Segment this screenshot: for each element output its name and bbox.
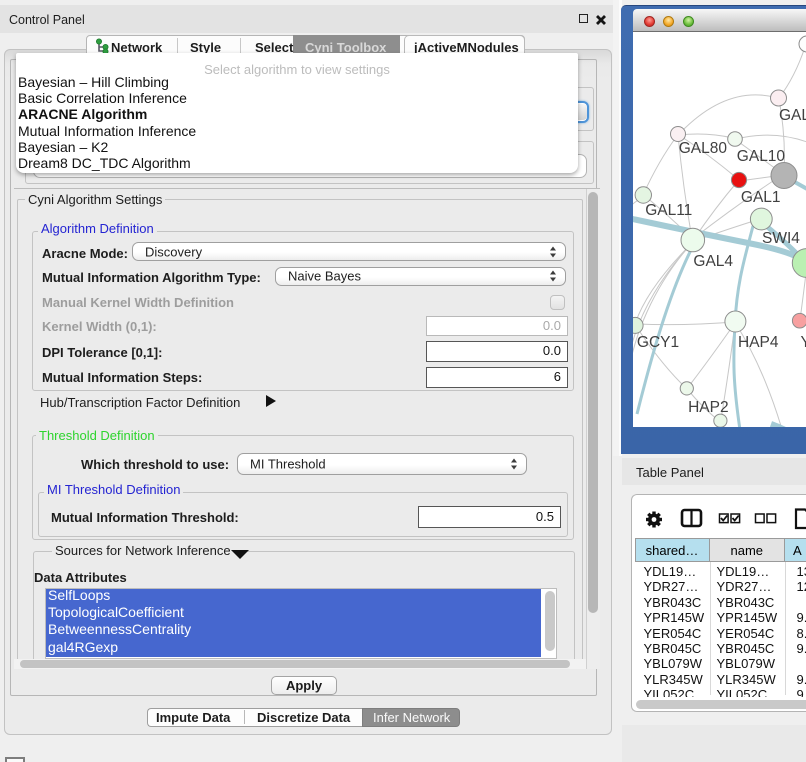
svg-text:HAP2: HAP2 bbox=[688, 399, 729, 416]
svg-text:GCY1: GCY1 bbox=[637, 334, 679, 351]
svg-text:Y: Y bbox=[801, 334, 806, 351]
svg-text:GAL1: GAL1 bbox=[741, 189, 781, 206]
svg-text:GAL: GAL bbox=[779, 107, 806, 124]
svg-text:GAL11: GAL11 bbox=[645, 202, 692, 219]
svg-text:GAL4: GAL4 bbox=[693, 253, 733, 270]
svg-text:SWI4: SWI4 bbox=[762, 230, 800, 247]
svg-text:HAP4: HAP4 bbox=[738, 334, 779, 351]
svg-text:GAL10: GAL10 bbox=[737, 148, 786, 165]
svg-text:GAL80: GAL80 bbox=[679, 140, 728, 157]
